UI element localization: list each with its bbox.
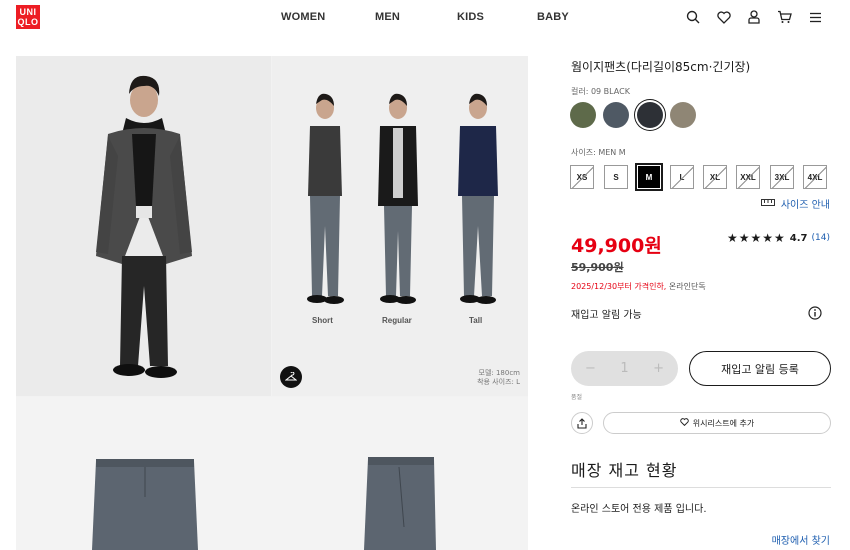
menu-icon[interactable] [806,8,824,26]
size-option-3xl[interactable]: 3XL [770,165,794,189]
sold-out-note: 품절 [571,394,583,401]
store-stock-text: 온라인 스토어 전용 제품 입니다. [571,504,707,515]
original-price: 59,900원 [571,261,624,274]
fit-label-tall: Tall [469,316,483,325]
color-swatch-beige[interactable] [670,102,696,128]
color-label: 컬러: 09 BLACK [571,87,630,96]
divider [571,487,831,488]
qty-value: 1 [620,361,629,376]
size-option-s[interactable]: S [604,165,628,189]
price-note-red: 2025/12/30부터 가격인하, [571,282,667,291]
color-swatch-black[interactable] [637,102,663,128]
size-option-4xl[interactable]: 4XL [803,165,827,189]
pants-detail-image[interactable] [16,397,528,550]
uniqlo-logo[interactable]: UNI QLO [16,5,40,29]
wishlist-label: 위시리스트에 추가 [692,418,755,428]
quantity-stepper[interactable]: − 1 + [571,351,678,386]
size-option-xxl[interactable]: XXL [736,165,760,189]
rating-value: 4.7 [789,232,808,244]
nav-women[interactable]: WOMEN [281,11,325,23]
heart-icon [680,418,689,428]
wishlist-button[interactable]: 위시리스트에 추가 [603,412,831,434]
site-header: UNI QLO WOMEN MEN KIDS BABY [0,0,850,40]
fit-comparison-image[interactable]: Short Regular Tall 모델: 180cm 착용 사이즈: L [272,56,528,396]
share-button[interactable] [571,412,593,434]
info-icon[interactable] [808,305,822,320]
nav-kids[interactable]: KIDS [457,11,484,23]
price-note: 2025/12/30부터 가격인하, 온라인단독 [571,281,706,292]
rating-stars: ★★★★★ [727,231,786,245]
color-swatch-olive[interactable] [570,102,596,128]
qty-plus-button[interactable]: + [653,361,664,376]
size-guide-link[interactable]: 사이즈 안내 [760,196,830,211]
search-icon[interactable] [684,8,702,26]
model-size-text: 착용 사이즈: L [477,378,520,386]
hanger-icon[interactable] [280,366,302,388]
size-guide-text: 사이즈 안내 [780,200,830,211]
review-count[interactable]: (14) [812,233,830,243]
size-label: 사이즈: MEN M [571,148,626,157]
nav-baby[interactable]: BABY [537,11,569,23]
size-option-m[interactable]: M [635,163,663,191]
fit-label-short: Short [312,316,333,325]
product-gallery: Short Regular Tall 모델: 180cm 착용 사이즈: L [16,56,528,550]
price-note-online: 온라인단독 [668,282,706,291]
product-rating[interactable]: ★★★★★ 4.7 (14) [727,231,830,245]
model-info: 모델: 180cm 착용 사이즈: L [477,369,520,387]
heart-icon[interactable] [715,8,733,26]
qty-minus-button[interactable]: − [585,361,596,376]
product-title: 웜이지팬츠(다리길이85cm·긴기장) [571,60,751,74]
find-in-store-link[interactable]: 매장에서 찾기 [772,532,830,547]
size-option-xs[interactable]: XS [570,165,594,189]
main-product-image[interactable] [16,56,271,396]
user-icon[interactable] [745,8,763,26]
size-option-l[interactable]: L [670,165,694,189]
logo-bottom-text: QLO [17,17,39,27]
color-swatch-gray[interactable] [603,102,629,128]
nav-men[interactable]: MEN [375,11,400,23]
restock-availability: 재입고 알림 가능 [571,310,642,321]
size-option-xl[interactable]: XL [703,165,727,189]
cart-icon[interactable] [775,8,793,26]
logo-top-text: UNI [19,7,37,17]
share-icon [577,414,587,433]
fit-label-regular: Regular [382,316,412,325]
model-height-text: 모델: 180cm [478,369,521,377]
store-stock-title: 매장 재고 현황 [571,461,678,480]
restock-notify-button[interactable]: 재입고 알림 등록 [689,351,831,386]
ruler-icon [760,198,775,209]
sale-price: 49,900원 [571,235,662,257]
